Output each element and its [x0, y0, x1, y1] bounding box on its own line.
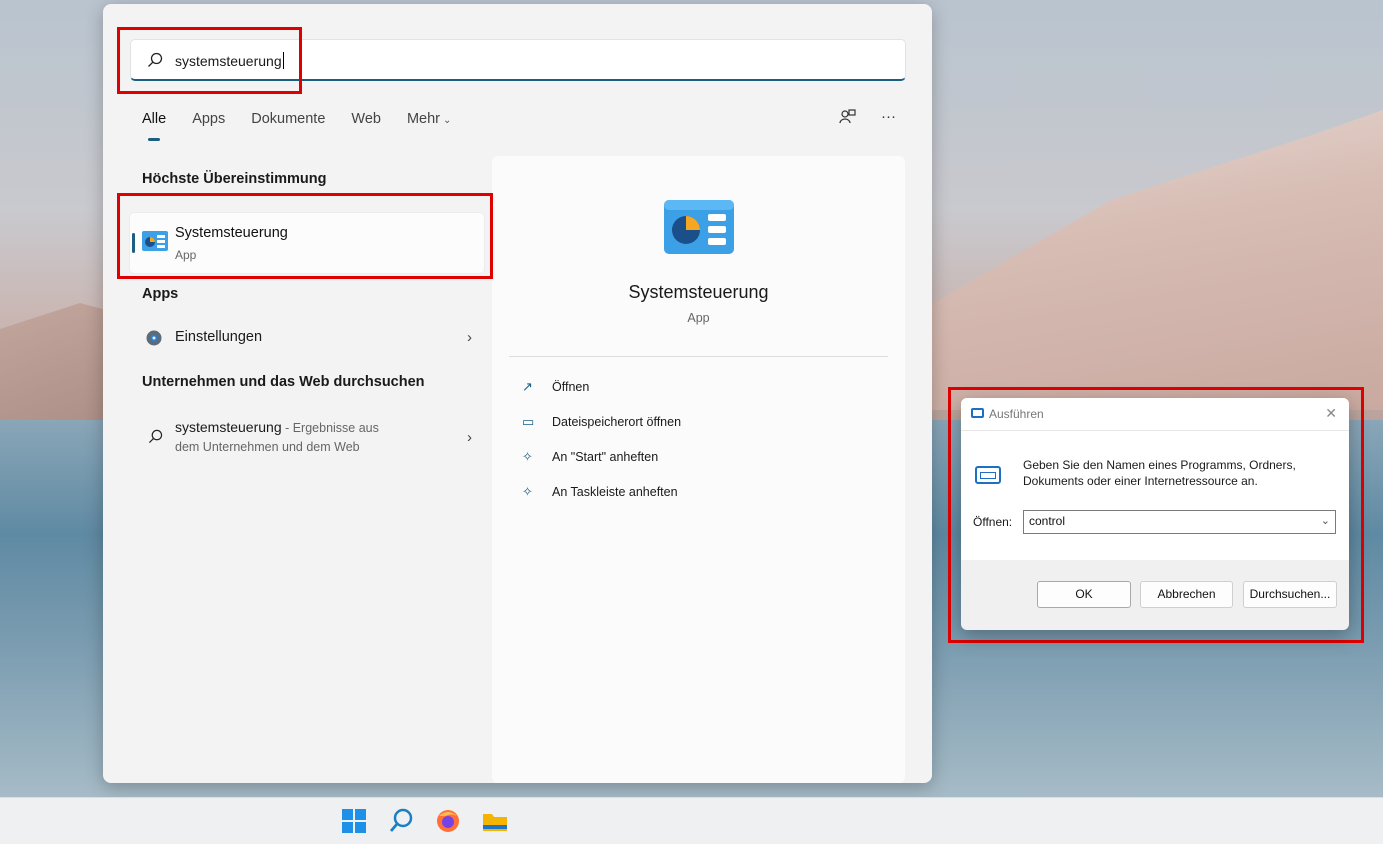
file-explorer-icon[interactable]: [480, 806, 510, 836]
web-search-result[interactable]: systemsteuerung - Ergebnisse aus dem Unt…: [142, 419, 472, 459]
search-panel: systemsteuerung Alle Apps Dokumente Web …: [103, 4, 932, 783]
preview-app-type: App: [687, 311, 710, 325]
web-result-query: systemsteuerung: [175, 419, 282, 435]
divider: [961, 430, 1349, 431]
windows-start-icon[interactable]: [339, 806, 369, 836]
firefox-icon[interactable]: [433, 806, 463, 836]
tab-web[interactable]: Web: [351, 111, 381, 141]
section-apps-title: Apps: [142, 286, 179, 302]
chevron-right-icon: ›: [467, 329, 472, 346]
control-panel-large-icon: [664, 200, 734, 254]
search-input[interactable]: systemsteuerung: [130, 39, 906, 81]
action-pin-taskbar[interactable]: ✧ An Taskleiste anheften: [522, 484, 678, 500]
preview-app-name: Systemsteuerung: [628, 282, 769, 302]
tab-mehr-label: Mehr: [406, 111, 441, 127]
open-external-icon: ↗: [522, 379, 533, 394]
best-match-item[interactable]: Systemsteuerung App: [129, 212, 485, 274]
run-dialog-title: Ausführen: [989, 407, 1044, 421]
pin-icon: ✧: [522, 449, 533, 464]
browse-button[interactable]: Durchsuchen...: [1243, 581, 1337, 608]
tab-mehr[interactable]: Mehr ⌄: [407, 111, 451, 141]
taskbar: [0, 797, 1383, 844]
web-result-line2: dem Unternehmen und dem Web: [175, 440, 360, 454]
wallpaper-dune-right: [930, 110, 1383, 410]
chevron-down-icon[interactable]: ⌄: [1321, 514, 1330, 527]
action-label: An Taskleiste anheften: [552, 485, 678, 499]
best-match-title: Systemsteuerung: [175, 225, 288, 241]
cancel-button[interactable]: Abbrechen: [1140, 581, 1233, 608]
action-label: Dateispeicherort öffnen: [552, 415, 682, 429]
divider: [509, 356, 888, 357]
account-switch-icon[interactable]: [839, 108, 857, 126]
tab-apps[interactable]: Apps: [192, 111, 225, 141]
preview-pane: Systemsteuerung App ↗ Öffnen ▭ Dateispeich…: [492, 156, 905, 783]
top-icons: ···: [839, 108, 896, 126]
action-dateispeicherort[interactable]: ▭ Dateispeicherort öffnen: [522, 414, 681, 430]
best-match-type: App: [175, 248, 197, 262]
search-icon: [148, 429, 163, 444]
search-icon: [148, 52, 163, 67]
chevron-right-icon: ›: [467, 429, 472, 446]
section-best-match-title: Höchste Übereinstimmung: [142, 171, 327, 187]
section-web-title: Unternehmen und das Web durchsuchen: [142, 374, 425, 390]
action-label: An "Start" anheften: [552, 450, 659, 464]
open-combobox-value: control: [1029, 514, 1066, 528]
web-result-suffix: - Ergebnisse aus: [281, 421, 379, 435]
app-result-label: Einstellungen: [175, 329, 263, 345]
close-icon[interactable]: ✕: [1325, 405, 1337, 422]
tab-alle[interactable]: Alle: [142, 111, 166, 141]
tab-dokumente[interactable]: Dokumente: [251, 111, 325, 141]
run-dialog: Ausführen ✕ Geben Sie den Namen eines Pr…: [961, 398, 1349, 630]
selection-indicator: [132, 233, 135, 253]
ok-button[interactable]: OK: [1037, 581, 1131, 608]
taskbar-search-icon[interactable]: [386, 806, 416, 836]
run-description: Geben Sie den Namen eines Programms, Ord…: [1023, 458, 1296, 488]
web-result-line1: systemsteuerung - Ergebnisse aus: [175, 419, 379, 435]
action-pin-start[interactable]: ✧ An "Start" anheften: [522, 449, 658, 465]
action-oeffnen[interactable]: ↗ Öffnen: [522, 379, 589, 395]
run-program-icon: [975, 466, 1001, 484]
more-options-button[interactable]: ···: [881, 108, 896, 126]
settings-gear-icon: [146, 330, 162, 346]
pin-icon: ✧: [522, 484, 533, 499]
folder-icon: ▭: [522, 414, 535, 429]
search-input-value: systemsteuerung: [175, 52, 284, 69]
control-panel-icon: [142, 231, 168, 251]
run-title-icon: [971, 408, 984, 418]
filter-tabs: Alle Apps Dokumente Web Mehr ⌄: [142, 111, 451, 141]
chevron-down-icon: ⌄: [443, 115, 452, 126]
open-field-label: Öffnen:: [973, 515, 1013, 529]
action-label: Öffnen: [552, 380, 590, 394]
open-combobox[interactable]: control ⌄: [1023, 510, 1336, 534]
